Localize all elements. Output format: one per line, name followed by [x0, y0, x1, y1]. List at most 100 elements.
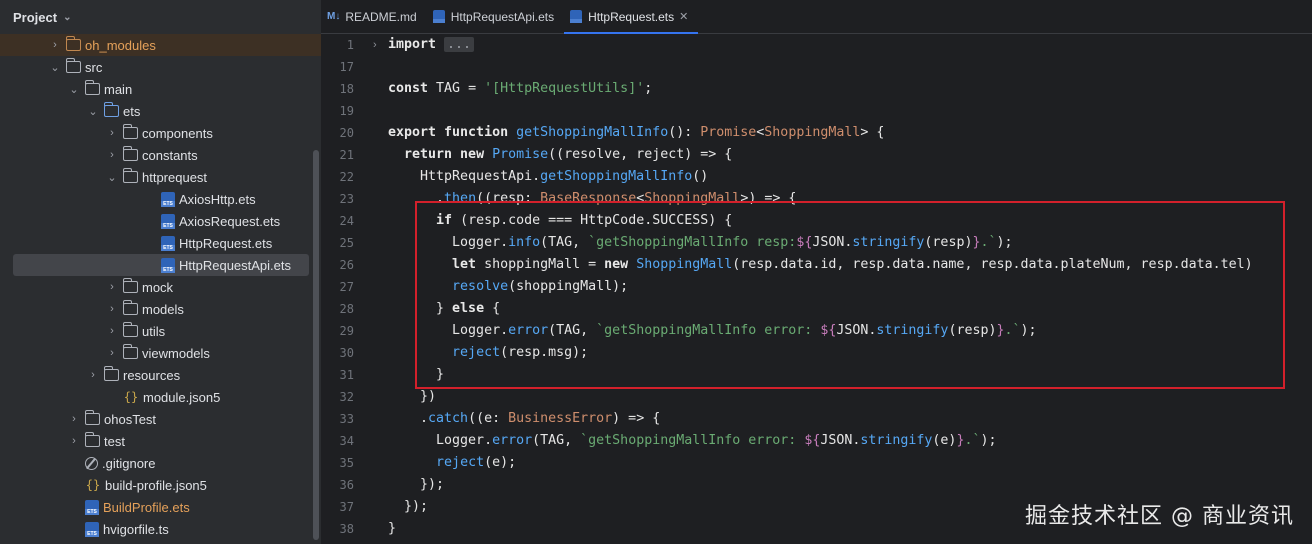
line-number: 21	[339, 148, 354, 162]
tab-readme-md[interactable]: M↓ README.md	[321, 0, 427, 33]
code-token: .	[388, 411, 429, 426]
code-token: BusinessError	[508, 411, 613, 426]
tree-item[interactable]: › test	[0, 430, 321, 452]
tree-item[interactable]: {} module.json5	[0, 386, 321, 408]
chevron-down-icon[interactable]: ⌄	[105, 171, 119, 184]
code-line[interactable]: .then((resp: BaseResponse<ShoppingMall>)…	[388, 188, 796, 210]
tab-httprequest-ets[interactable]: HttpRequest.ets ✕	[564, 0, 699, 34]
fold-expand-icon[interactable]: ›	[373, 34, 377, 56]
code-token: ((	[476, 191, 493, 206]
tree-item[interactable]: › constants	[0, 144, 321, 166]
tree-item-label: main	[104, 81, 133, 97]
code-line[interactable]: reject(e);	[388, 452, 516, 474]
project-title-button[interactable]: Project ⌄	[0, 0, 321, 34]
chevron-down-icon[interactable]: ⌄	[86, 105, 100, 118]
code-line[interactable]: import ...	[388, 34, 475, 56]
line-number: 17	[339, 60, 354, 74]
ets-file-icon	[161, 213, 175, 229]
tree-item[interactable]: .gitignore	[0, 452, 321, 474]
code-line[interactable]: }	[388, 364, 444, 386]
chevron-right-icon[interactable]: ›	[105, 149, 119, 161]
tree-item[interactable]: › oh_modules	[0, 34, 321, 56]
ets-file-icon	[85, 499, 99, 515]
tab-httprequestapi-ets[interactable]: HttpRequestApi.ets	[427, 0, 564, 33]
chevron-down-icon[interactable]: ⌄	[48, 61, 62, 74]
chevron-right-icon[interactable]: ›	[105, 281, 119, 293]
line-number: 24	[339, 214, 354, 228]
tree-item[interactable]: AxiosHttp.ets	[0, 188, 321, 210]
tree-item[interactable]: › ohosTest	[0, 408, 321, 430]
code-line[interactable]: reject(resp.msg);	[388, 342, 588, 364]
tree-item-label: components	[142, 125, 213, 141]
folder-icon	[65, 58, 81, 73]
close-icon[interactable]: ✕	[679, 10, 688, 23]
code-token: else	[452, 301, 493, 316]
code-token: getShoppingMallInfo	[516, 125, 669, 140]
code-token: })	[388, 389, 437, 404]
code-line[interactable]: HttpRequestApi.getShoppingMallInfo()	[388, 166, 708, 188]
code-line[interactable]: resolve(shoppingMall);	[388, 276, 628, 298]
chevron-right-icon[interactable]: ›	[67, 435, 81, 447]
line-number: 34	[339, 434, 354, 448]
ets-file-icon	[432, 10, 445, 23]
chevron-down-icon[interactable]: ⌄	[67, 83, 81, 96]
chevron-right-icon[interactable]: ›	[67, 413, 81, 425]
code-token: then	[444, 191, 477, 206]
code-token: JSON.	[820, 433, 861, 448]
chevron-right-icon[interactable]: ›	[105, 303, 119, 315]
tree-item[interactable]: ⌄ main	[0, 78, 321, 100]
code-line[interactable]: return new Promise((resolve, reject) => …	[388, 144, 732, 166]
tree-item[interactable]: hvigorfile.ts	[0, 518, 321, 540]
chevron-right-icon[interactable]: ›	[105, 127, 119, 139]
ets-file-icon	[85, 521, 99, 537]
tree-item[interactable]: BuildProfile.ets	[0, 496, 321, 518]
project-panel: Project ⌄ › oh_modules ⌄ src ⌄ main ⌄ ets › compo…	[0, 0, 321, 544]
code-token: > {	[860, 125, 885, 140]
code-line[interactable]: if (resp.code === HttpCode.SUCCESS) {	[388, 210, 732, 232]
tree-item-label: AxiosRequest.ets	[179, 213, 281, 229]
code-token: import	[388, 37, 445, 52]
code-token: ((e:	[468, 411, 509, 426]
code-token: BaseResponse	[540, 191, 637, 206]
code-line[interactable]: Logger.error(TAG, `getShoppingMallInfo e…	[388, 430, 996, 452]
code-token: });	[388, 477, 445, 492]
chevron-right-icon[interactable]: ›	[105, 347, 119, 359]
tree-item[interactable]: › mock	[0, 276, 321, 298]
code-token: {	[492, 301, 501, 316]
code-line[interactable]: } else {	[388, 298, 500, 320]
folder-icon	[122, 124, 138, 139]
code-line[interactable]: }	[388, 518, 396, 540]
tree-item[interactable]: ⌄ ets	[0, 100, 321, 122]
code-line[interactable]: })	[388, 386, 436, 408]
code-line[interactable]: Logger.error(TAG, `getShoppingMallInfo e…	[388, 320, 1037, 342]
code-token: .`	[1004, 323, 1021, 338]
tree-item[interactable]: › utils	[0, 320, 321, 342]
tree-item[interactable]: ⌄ src	[0, 56, 321, 78]
code-line[interactable]: });	[388, 496, 428, 518]
tree-item-label: constants	[142, 147, 198, 163]
tree-item[interactable]: › components	[0, 122, 321, 144]
code-line[interactable]: let shoppingMall = new ShoppingMall(resp…	[388, 254, 1253, 276]
tree-item[interactable]: {} build-profile.json5	[0, 474, 321, 496]
tree-item[interactable]: HttpRequest.ets	[0, 232, 321, 254]
code-line[interactable]: export function getShoppingMallInfo(): P…	[388, 122, 884, 144]
chevron-right-icon[interactable]: ›	[48, 39, 62, 51]
code-token: JSON.	[812, 235, 853, 250]
tree-item[interactable]: ⌄ httprequest	[0, 166, 321, 188]
tree-item[interactable]: › resources	[0, 364, 321, 386]
tree-item[interactable]: › viewmodels	[0, 342, 321, 364]
tree-item[interactable]: › models	[0, 298, 321, 320]
code-line[interactable]: const TAG = '[HttpRequestUtils]';	[388, 78, 652, 100]
chevron-right-icon[interactable]: ›	[105, 325, 119, 337]
line-number: 25	[339, 236, 354, 250]
code-editor[interactable]: 1 17 18 19 20 21 22 23 24 25 26 27 28 29 30 31 32 33 34 35 3…	[321, 35, 1312, 544]
folder-icon	[84, 80, 100, 95]
code-line[interactable]: });	[388, 474, 444, 496]
folder-icon	[65, 36, 81, 51]
tree-item[interactable]: AxiosRequest.ets	[0, 210, 321, 232]
code-line[interactable]: Logger.info(TAG, `getShoppingMallInfo re…	[388, 232, 1012, 254]
chevron-right-icon[interactable]: ›	[86, 369, 100, 381]
code-line[interactable]: .catch((e: BusinessError) => {	[388, 408, 660, 430]
line-number: 23	[339, 192, 354, 206]
tree-item[interactable]: HttpRequestApi.ets	[13, 254, 309, 276]
